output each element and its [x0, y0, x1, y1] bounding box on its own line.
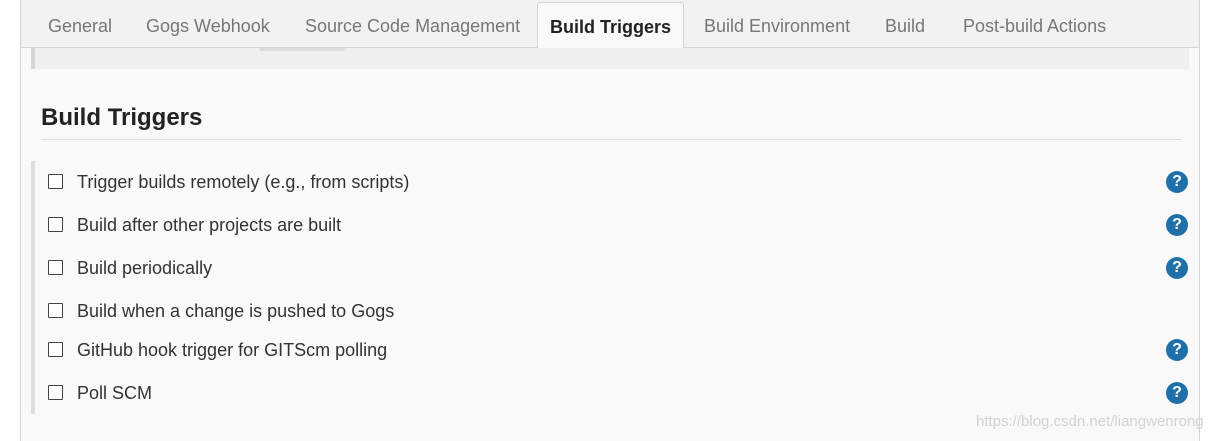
trigger-after-other-projects-checkbox[interactable] — [48, 217, 63, 232]
help-icon[interactable]: ? — [1166, 171, 1188, 193]
section-divider — [41, 139, 1181, 140]
tab-source-code-management[interactable]: Source Code Management — [305, 0, 520, 48]
help-icon[interactable]: ? — [1166, 257, 1188, 279]
previous-section-remnant — [31, 48, 1189, 69]
help-icon[interactable]: ? — [1166, 339, 1188, 361]
trigger-after-other-projects-label[interactable]: Build after other projects are built — [77, 215, 341, 236]
previous-section-button-edge — [259, 48, 345, 51]
trigger-row-poll-scm: Poll SCM ? — [48, 382, 1188, 407]
trigger-github-hook-checkbox[interactable] — [48, 342, 63, 357]
help-icon[interactable]: ? — [1166, 382, 1188, 404]
tab-build-environment[interactable]: Build Environment — [704, 0, 850, 48]
job-config-panel: General Gogs Webhook Source Code Managem… — [20, 0, 1200, 441]
tab-general[interactable]: General — [48, 0, 112, 48]
tab-build[interactable]: Build — [885, 0, 925, 48]
trigger-gogs-push-label[interactable]: Build when a change is pushed to Gogs — [77, 301, 394, 322]
trigger-row-gogs-push: Build when a change is pushed to Gogs — [48, 301, 1188, 325]
trigger-periodically-label[interactable]: Build periodically — [77, 258, 212, 279]
trigger-row-after-other-projects: Build after other projects are built ? — [48, 214, 1188, 239]
config-tab-bar: General Gogs Webhook Source Code Managem… — [21, 0, 1199, 49]
trigger-poll-scm-checkbox[interactable] — [48, 385, 63, 400]
trigger-row-periodically: Build periodically ? — [48, 257, 1188, 282]
tab-post-build-actions[interactable]: Post-build Actions — [963, 0, 1106, 48]
section-title: Build Triggers — [41, 104, 203, 131]
trigger-poll-scm-label[interactable]: Poll SCM — [77, 383, 152, 404]
trigger-row-remote: Trigger builds remotely (e.g., from scri… — [48, 171, 1188, 196]
trigger-remote-label[interactable]: Trigger builds remotely (e.g., from scri… — [77, 172, 409, 193]
tab-build-triggers[interactable]: Build Triggers — [537, 2, 685, 49]
trigger-periodically-checkbox[interactable] — [48, 260, 63, 275]
trigger-row-github-hook: GitHub hook trigger for GITScm polling ? — [48, 339, 1188, 364]
trigger-github-hook-label[interactable]: GitHub hook trigger for GITScm polling — [77, 340, 387, 361]
watermark: https://blog.csdn.net/liangwenrong — [976, 413, 1204, 430]
trigger-group-indicator — [31, 161, 35, 414]
tab-gogs-webhook[interactable]: Gogs Webhook — [146, 0, 270, 48]
trigger-gogs-push-checkbox[interactable] — [48, 303, 63, 318]
help-icon[interactable]: ? — [1166, 214, 1188, 236]
trigger-remote-checkbox[interactable] — [48, 174, 63, 189]
